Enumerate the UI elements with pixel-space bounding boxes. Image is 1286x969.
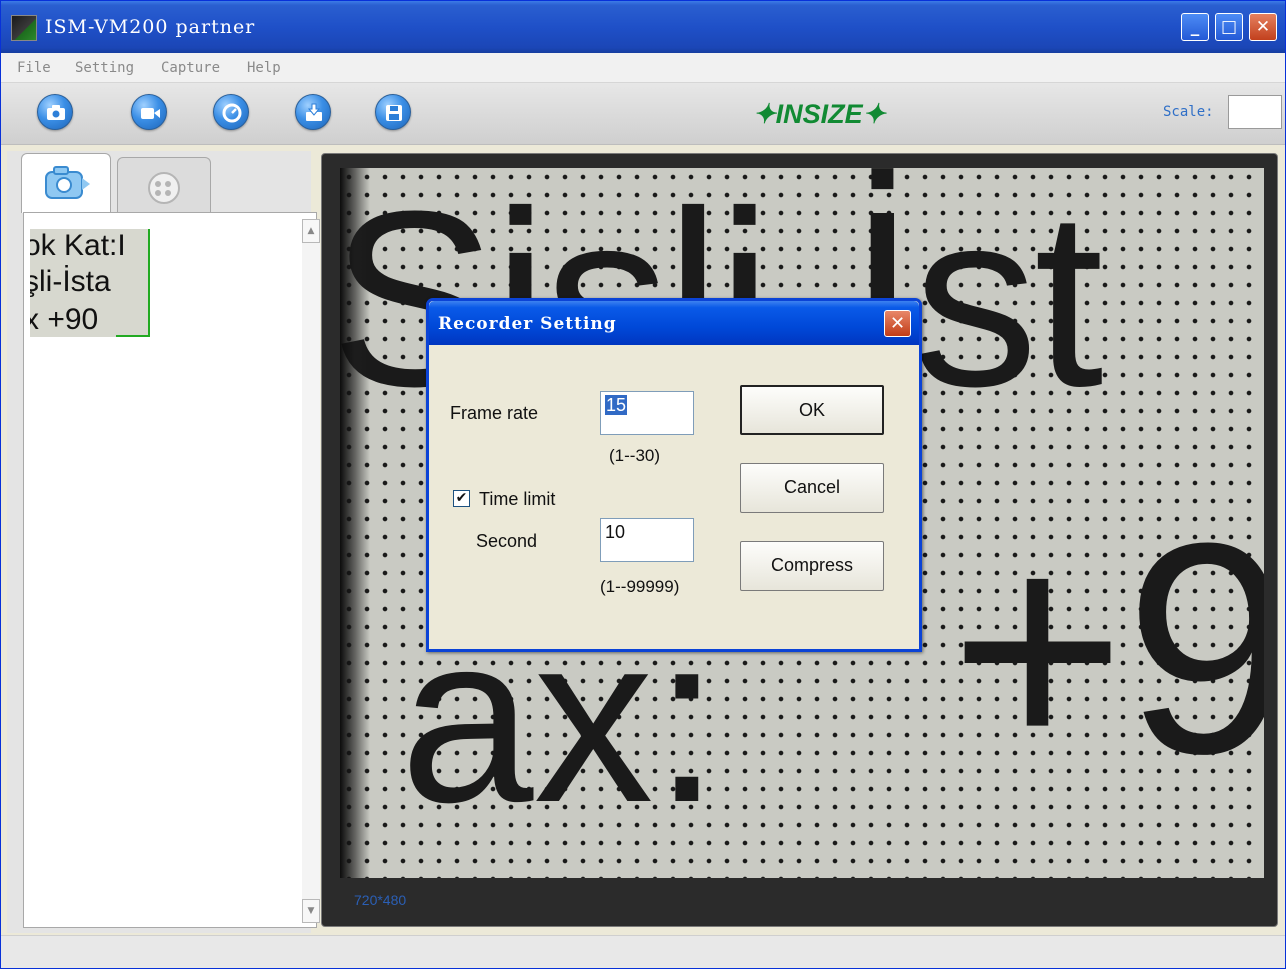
selection-marker [116,335,148,337]
thumbnail-pane: ok Kat:I şli-İsta x +90 ▲ ▼ [7,151,320,933]
preview-edge-shadow [340,168,370,878]
camera-icon[interactable] [37,94,73,130]
time-limit-label[interactable]: Time limit [479,489,555,510]
vertical-scrollbar[interactable]: ▲ ▼ [302,219,320,923]
save-icon[interactable] [375,94,411,130]
close-button[interactable]: ✕ [1249,13,1277,41]
video-tab-icon [148,172,180,204]
second-label: Second [476,531,538,551]
time-limit-checkbox[interactable]: ✔ [453,490,470,507]
scale-label: Scale: [1163,104,1214,120]
maximize-button[interactable]: □ [1215,13,1243,41]
video-icon[interactable] [131,94,167,130]
window-title: ISM-VM200 partner [45,16,256,38]
thumbnail-line: x +90 [30,303,99,336]
frame-rate-input[interactable]: 15 [600,391,694,435]
app-icon [11,15,37,41]
scroll-up-button[interactable]: ▲ [302,219,320,243]
menu-file[interactable]: File [17,60,51,76]
dialog-title: Recorder Setting [438,314,617,334]
insize-logo: ✦INSIZE✦ [753,99,886,129]
menu-setting[interactable]: Setting [75,60,134,76]
timer-icon[interactable] [213,94,249,130]
menu-help[interactable]: Help [247,60,281,76]
scroll-down-button[interactable]: ▼ [302,899,320,923]
menu-bar: File Setting Capture Help [1,53,1285,83]
cancel-button[interactable]: Cancel [740,463,884,513]
thumbnail-line: şli-İsta [30,265,111,298]
snapshot-thumbnail[interactable]: ok Kat:I şli-İsta x +90 [30,229,150,337]
video-tab[interactable] [117,157,211,213]
frame-rate-label: Frame rate [450,403,539,423]
title-bar[interactable]: ISM-VM200 partner _ □ ✕ [1,1,1285,53]
dialog-close-button[interactable]: ✕ [884,310,911,337]
preview-text-right: +9 [950,480,1264,816]
second-input[interactable]: 10 [600,518,694,562]
toolbar: ✦INSIZE✦ Scale: [1,83,1285,145]
import-icon[interactable] [295,94,331,130]
minimize-button[interactable]: _ [1181,13,1209,41]
photo-tab[interactable] [21,153,111,213]
ok-button[interactable]: OK [740,385,884,435]
compress-button[interactable]: Compress [740,541,884,591]
resolution-label: 720*480 [354,892,407,908]
frame-rate-range: (1--30) [609,446,661,465]
recorder-setting-dialog: Recorder Setting ✕ Frame rate 15 (1--30)… [426,298,922,652]
thumbnail-list: ok Kat:I şli-İsta x +90 ▲ ▼ [23,212,320,928]
status-bar [1,935,1285,968]
menu-capture[interactable]: Capture [161,60,220,76]
dialog-title-bar[interactable]: Recorder Setting ✕ [429,301,919,345]
scale-input[interactable] [1228,95,1282,129]
second-range: (1--99999) [600,577,680,596]
photo-tab-icon [45,166,90,199]
frame-rate-value: 15 [605,395,628,415]
thumbnail-line: ok Kat:I [30,229,126,262]
